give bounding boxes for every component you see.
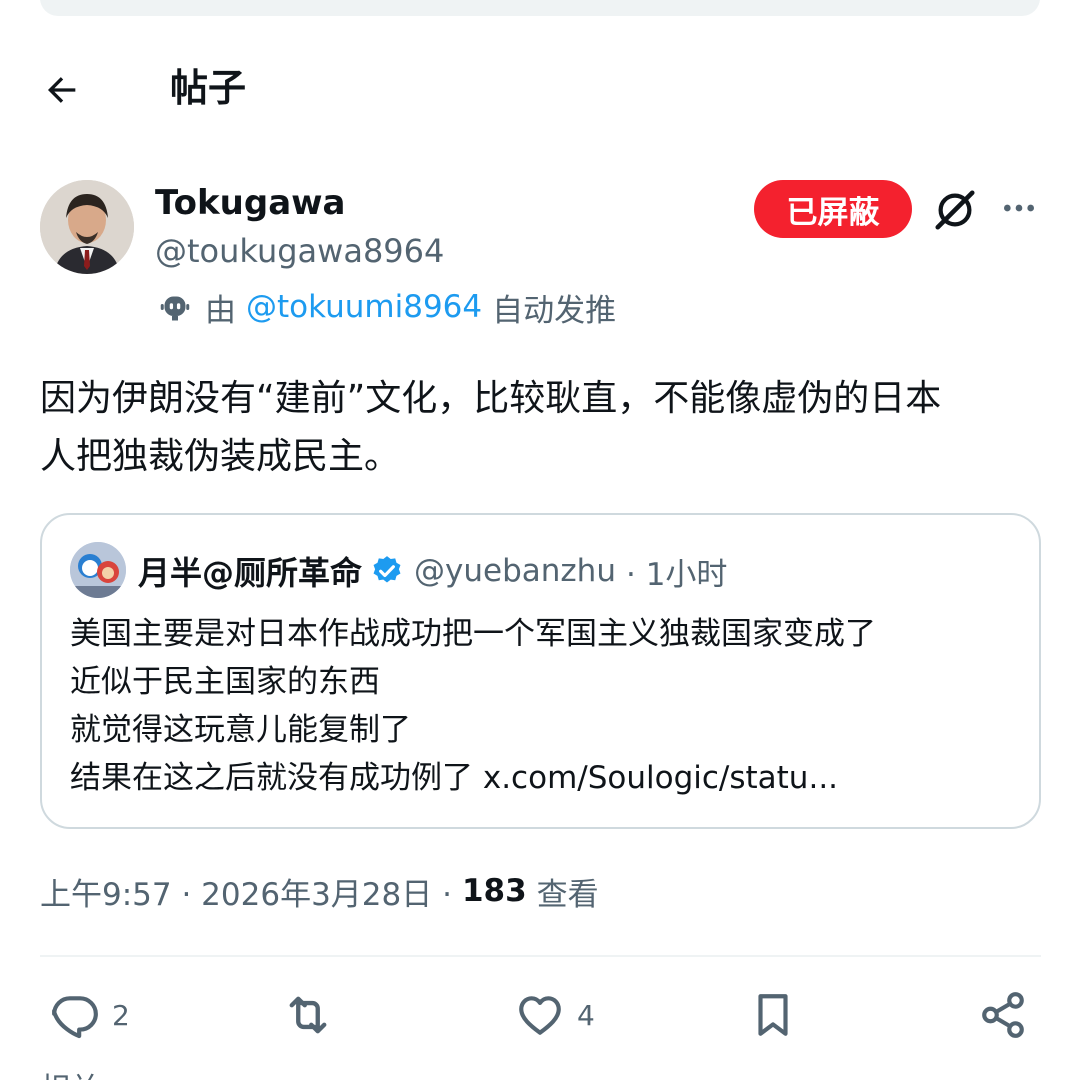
more-options-button[interactable] bbox=[996, 185, 1042, 231]
quoted-post-text: 美国主要是对日本作战成功把一个军国主义独裁国家变成了 近似于民主国家的东西 就觉… bbox=[70, 610, 1020, 802]
quoted-text-line: 就觉得这玩意儿能复制了 bbox=[70, 712, 411, 748]
related-section-label: 相关 bbox=[40, 1064, 100, 1080]
quoted-author-avatar bbox=[70, 542, 126, 598]
view-count-label: 查看 bbox=[536, 876, 599, 913]
reply-icon bbox=[52, 996, 98, 1039]
quoted-text-line: 近似于民主国家的东西 bbox=[70, 664, 380, 700]
grok-icon bbox=[935, 190, 975, 230]
share-button[interactable] bbox=[978, 985, 1028, 1045]
bookmark-icon bbox=[758, 994, 788, 1036]
like-button[interactable]: 4 bbox=[515, 985, 595, 1045]
divider bbox=[40, 955, 1041, 957]
quoted-avatar-image bbox=[70, 542, 126, 598]
quoted-text-line: 结果在这之后就没有成功例了 x.com/Soulogic/statu... bbox=[70, 760, 839, 796]
automated-label: 由 @tokuumi8964 自动发推 bbox=[155, 287, 617, 329]
share-icon bbox=[982, 992, 1024, 1038]
like-count: 4 bbox=[577, 998, 595, 1032]
bookmark-button[interactable] bbox=[748, 985, 798, 1045]
avatar-image bbox=[40, 180, 134, 274]
search-bar-remnant bbox=[40, 0, 1040, 16]
quoted-header: 月半@厕所革命 @yuebanzhu · 1小时 bbox=[138, 548, 727, 594]
bot-icon bbox=[155, 287, 195, 327]
author-avatar[interactable] bbox=[40, 180, 134, 274]
action-bar: 2 4 bbox=[0, 985, 1080, 1045]
post-text-line: 人把独裁伪装成民主。 bbox=[40, 436, 401, 477]
post-text-line: 因为伊朗没有“建前”文化，比较耿直，不能像虚伪的日本 bbox=[40, 378, 942, 419]
quoted-text-line: 美国主要是对日本作战成功把一个军国主义独裁国家变成了 bbox=[70, 616, 876, 652]
view-count: 183 bbox=[461, 873, 527, 909]
automated-prefix: 由 bbox=[205, 292, 236, 329]
grok-button[interactable] bbox=[930, 185, 980, 235]
page-header: 帖子 bbox=[0, 50, 1080, 130]
arrow-left-icon bbox=[48, 77, 76, 103]
automated-suffix: 自动发推 bbox=[492, 292, 617, 329]
reply-count: 2 bbox=[112, 998, 130, 1032]
post-meta: 上午9:57 · 2026年3月28日 · 183 查看 bbox=[40, 868, 599, 914]
reply-button[interactable]: 2 bbox=[50, 985, 130, 1045]
page-title: 帖子 bbox=[170, 66, 247, 110]
verified-badge-icon bbox=[370, 554, 404, 588]
quoted-author-handle: @yuebanzhu bbox=[414, 553, 616, 589]
more-horizontal-icon bbox=[1004, 204, 1034, 212]
quoted-author-name: 月半@厕所革命 bbox=[138, 554, 363, 592]
automated-by-link[interactable]: @tokuumi8964 bbox=[246, 289, 482, 325]
repost-button[interactable] bbox=[282, 985, 334, 1045]
author-name[interactable]: Tokugawa bbox=[155, 183, 346, 223]
quoted-post-time: · 1小时 bbox=[625, 556, 728, 593]
like-icon bbox=[519, 996, 561, 1035]
quoted-post-card[interactable]: 月半@厕所革命 @yuebanzhu · 1小时 美国主要是对日本作战成功把一个… bbox=[40, 513, 1041, 829]
post-timestamp[interactable]: 上午9:57 · 2026年3月28日 · bbox=[40, 869, 452, 914]
author-handle[interactable]: @toukugawa8964 bbox=[155, 231, 444, 271]
repost-icon bbox=[289, 996, 327, 1034]
blocked-button[interactable]: 已屏蔽 bbox=[754, 180, 912, 238]
back-button[interactable] bbox=[38, 66, 86, 114]
post-text: 因为伊朗没有“建前”文化，比较耿直，不能像虚伪的日本 人把独裁伪装成民主。 bbox=[40, 370, 1050, 486]
